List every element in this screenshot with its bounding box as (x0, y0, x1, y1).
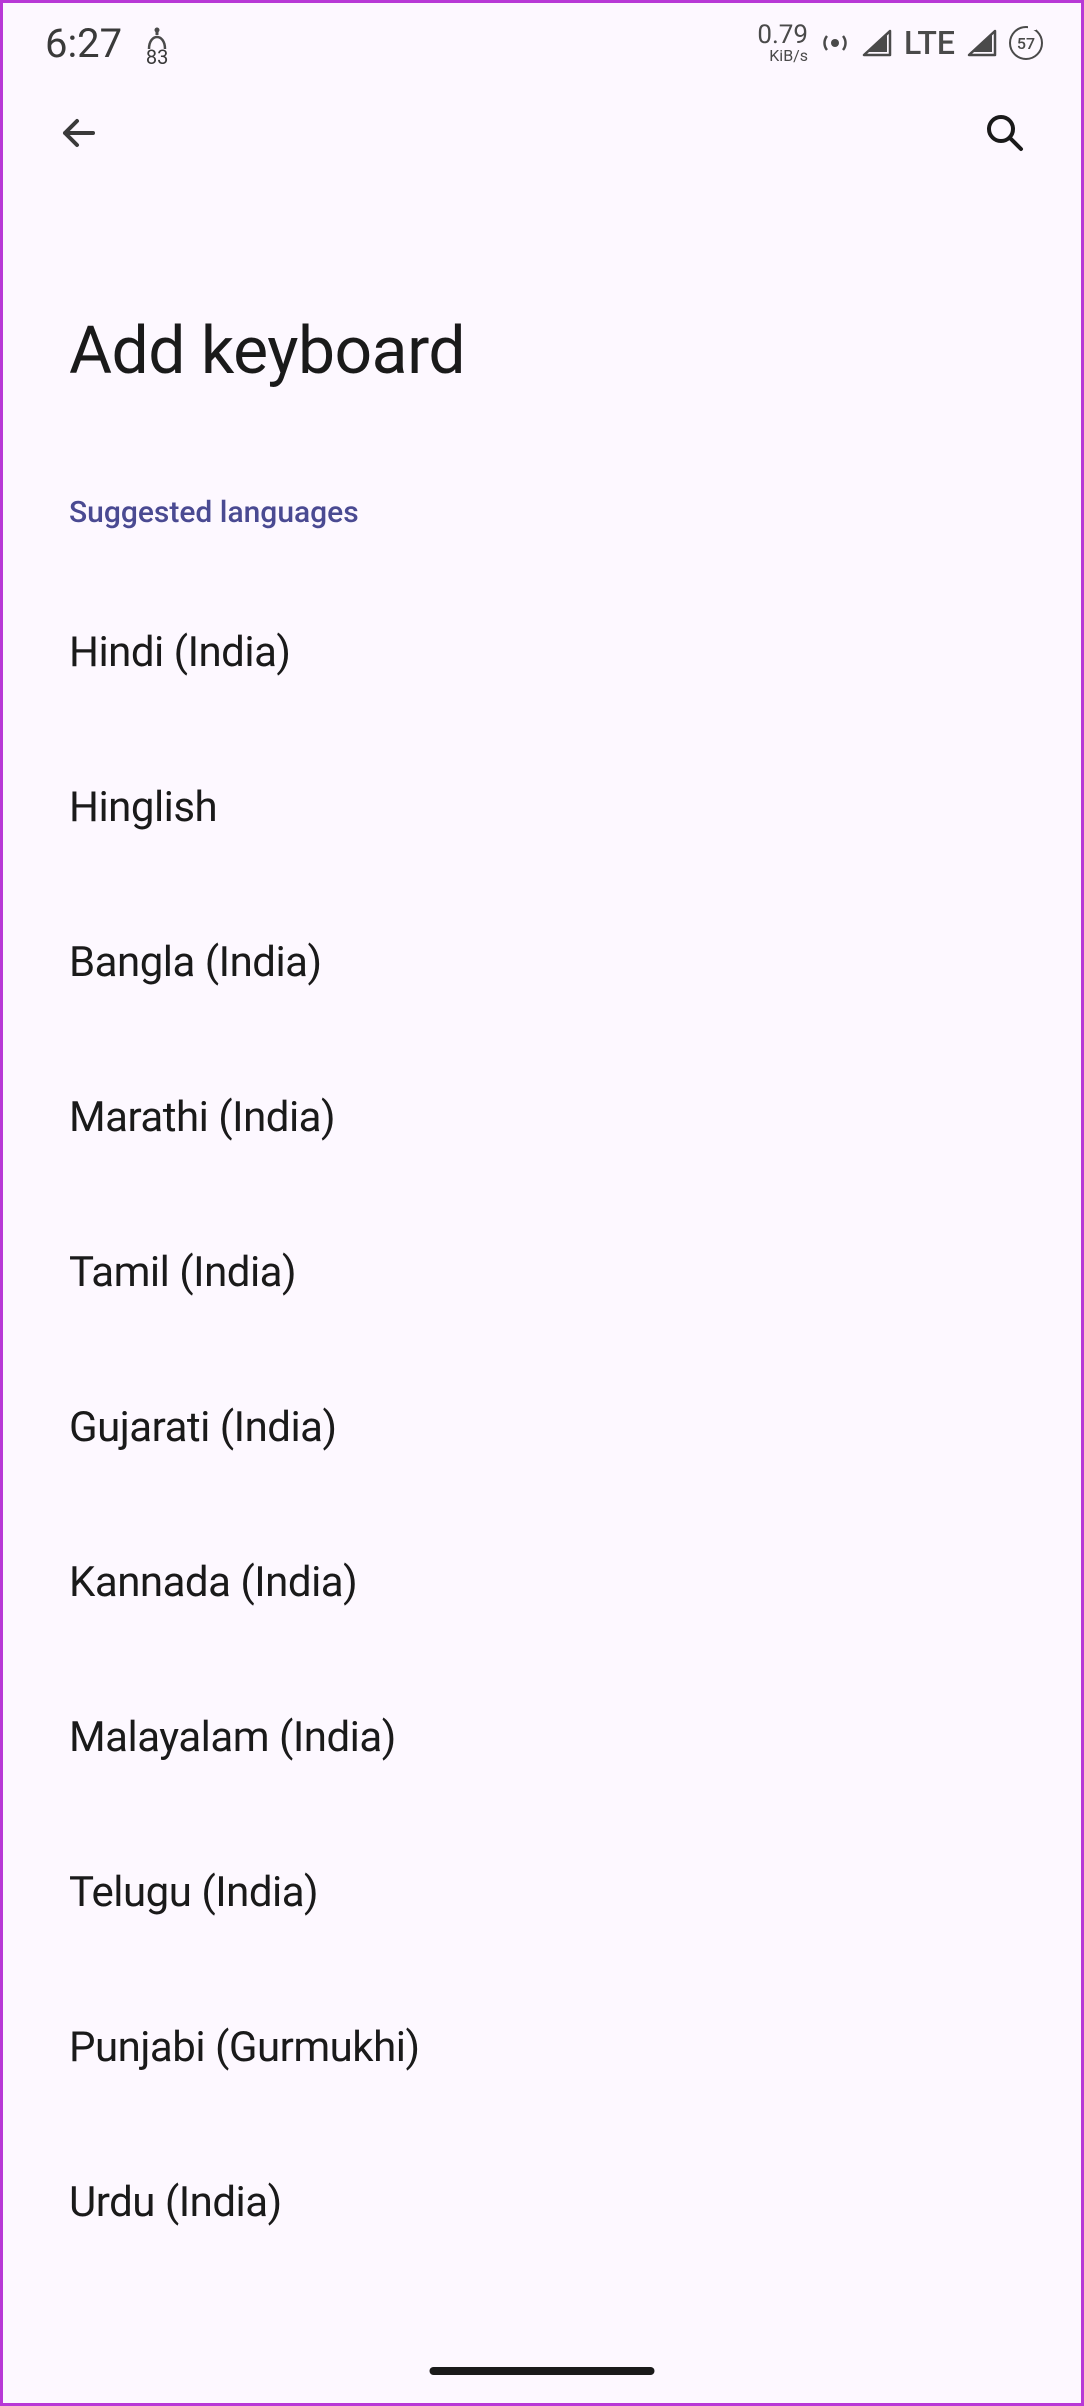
language-item-kannada[interactable]: Kannada (India) (3, 1505, 1081, 1660)
language-item-hinglish[interactable]: Hinglish (3, 730, 1081, 885)
page-title: Add keyboard (3, 183, 1081, 390)
language-item-urdu[interactable]: Urdu (India) (3, 2125, 1081, 2280)
hotspot-icon (820, 28, 850, 58)
language-item-marathi[interactable]: Marathi (India) (3, 1040, 1081, 1195)
data-rate: 0.79 KiB/s (757, 22, 808, 64)
language-item-tamil[interactable]: Tamil (India) (3, 1195, 1081, 1350)
search-icon (983, 111, 1027, 155)
language-item-malayalam[interactable]: Malayalam (India) (3, 1660, 1081, 1815)
language-item-bangla[interactable]: Bangla (India) (3, 885, 1081, 1040)
search-button[interactable] (981, 109, 1029, 157)
status-time: 6:27 (45, 20, 122, 67)
status-left: 6:27 83 (45, 19, 178, 67)
signal-icon-1 (862, 29, 892, 57)
status-right: 0.79 KiB/s LTE 57 (757, 22, 1043, 64)
battery-value: 57 (1017, 34, 1035, 53)
data-rate-value: 0.79 (757, 22, 808, 48)
section-header: Suggested languages (3, 390, 1081, 530)
status-bar: 6:27 83 0.79 KiB/s (3, 3, 1081, 83)
back-button[interactable] (55, 109, 103, 157)
language-item-telugu[interactable]: Telugu (India) (3, 1815, 1081, 1970)
language-item-hindi[interactable]: Hindi (India) (3, 575, 1081, 730)
app-bar (3, 83, 1081, 183)
battery-icon: 57 (1009, 26, 1043, 60)
language-item-gujarati[interactable]: Gujarati (India) (3, 1350, 1081, 1505)
arrow-back-icon (57, 111, 101, 155)
signal-icon-2 (967, 29, 997, 57)
network-type: LTE (904, 24, 955, 62)
navigation-handle[interactable] (430, 2367, 655, 2375)
data-rate-unit: KiB/s (769, 48, 808, 64)
lock-badge-icon: 83 (136, 19, 178, 67)
language-list: Hindi (India) Hinglish Bangla (India) Ma… (3, 530, 1081, 2280)
language-item-punjabi[interactable]: Punjabi (Gurmukhi) (3, 1970, 1081, 2125)
lock-badge-value: 83 (146, 45, 168, 69)
